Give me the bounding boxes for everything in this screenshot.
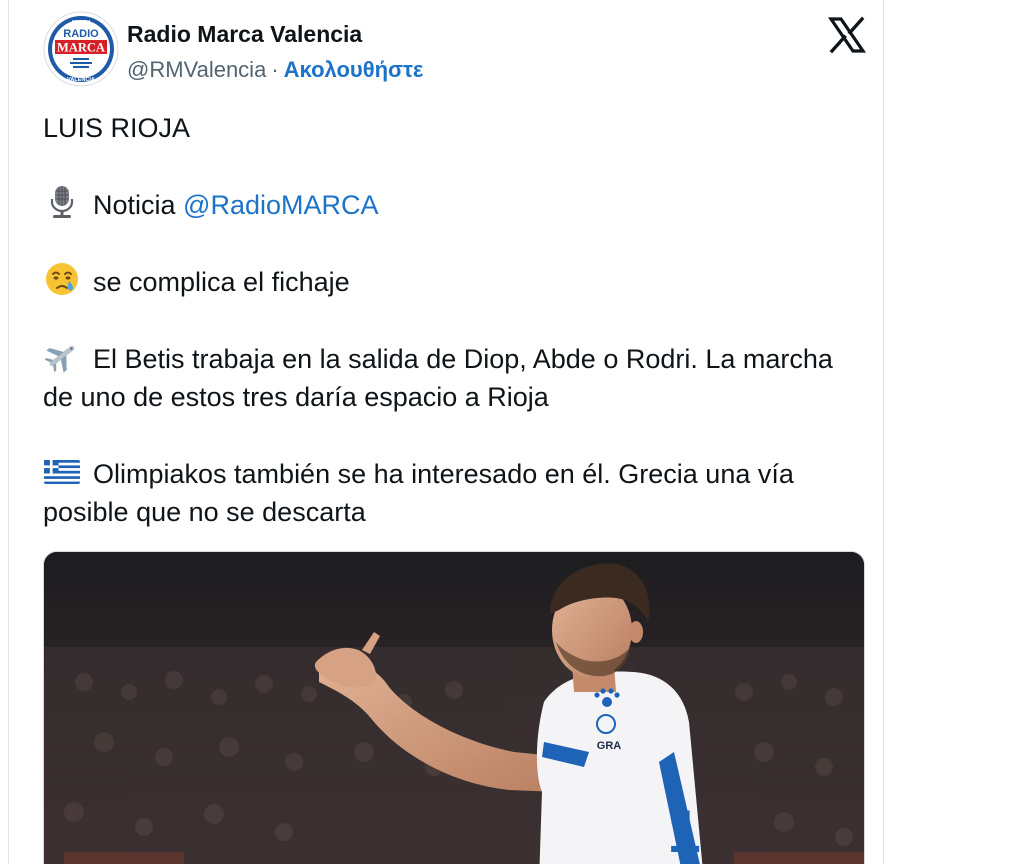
page: 98.7 FM RADIO MARCA VALENCIA Radio Marca… — [0, 0, 1024, 864]
paragraph-2-text: se complica el fichaje — [93, 267, 350, 297]
avatar-line1: RADIO — [63, 28, 99, 40]
paragraph-3-text: El Betis trabaja en la salida de Diop, A… — [43, 344, 833, 412]
x-logo-icon[interactable] — [827, 15, 867, 55]
avatar-line3: VALENCIA — [67, 77, 95, 83]
tweet-paragraph-1: Noticia @RadioMARCA — [43, 185, 863, 224]
mention-link[interactable]: @RadioMARCA — [183, 190, 378, 220]
microphone-icon — [43, 185, 81, 218]
football-player-photo: GRA 1 — [44, 552, 864, 864]
avatar-line2: MARCA — [57, 41, 105, 55]
jersey-number: 1 — [667, 798, 700, 864]
tweet-paragraph-4: Olimpiakos también se ha interesado en é… — [43, 454, 863, 531]
tweet-card[interactable]: 98.7 FM RADIO MARCA VALENCIA Radio Marca… — [8, 0, 884, 864]
tweet-text: LUIS RIOJA Noticia @RadioMARCA se compli… — [43, 109, 863, 569]
radio-marca-logo: 98.7 FM RADIO MARCA VALENCIA — [43, 11, 119, 87]
greece-flag-icon — [43, 454, 81, 486]
airplane-icon — [43, 339, 81, 373]
avatar-freq: 98.7 FM — [72, 20, 90, 26]
author-name[interactable]: Radio Marca Valencia — [127, 21, 362, 48]
jersey-sponsor: GRA — [597, 740, 622, 752]
tweet-paragraph-2: se complica el fichaje — [43, 262, 863, 301]
author-meta: @RMValencia · Ακολουθήστε — [127, 57, 423, 83]
tweet-headline: LUIS RIOJA — [43, 113, 191, 143]
author-avatar[interactable]: 98.7 FM RADIO MARCA VALENCIA — [43, 11, 119, 87]
paragraph-4-text: Olimpiakos también se ha interesado en é… — [43, 459, 794, 527]
follow-button[interactable]: Ακολουθήστε — [284, 57, 424, 82]
tweet-media-image[interactable]: GRA 1 — [43, 551, 865, 864]
tweet-paragraph-3: El Betis trabaja en la salida de Diop, A… — [43, 339, 863, 416]
meta-separator: · — [271, 57, 279, 82]
author-handle[interactable]: @RMValencia — [127, 57, 266, 82]
paragraph-1-text: Noticia — [93, 190, 184, 220]
face-holding-back-tears-icon — [43, 262, 81, 295]
